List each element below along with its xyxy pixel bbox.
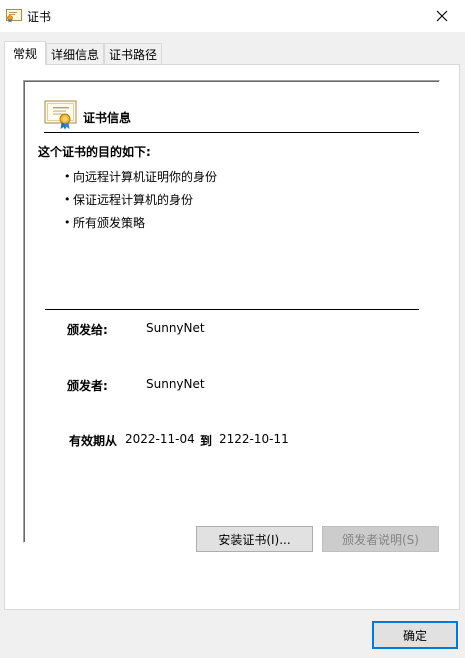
close-button[interactable] [419, 0, 465, 32]
tab-cert-path[interactable]: 证书路径 [104, 43, 163, 65]
title-bar: 证书 [0, 0, 465, 32]
validity-label: 有效期从 [69, 434, 118, 448]
certificate-info-box: 证书信息 这个证书的目的如下: • 向远程计算机证明你的身份 • 保证远程计算机的身… [23, 80, 440, 543]
ok-button[interactable]: 确定 [372, 621, 458, 649]
list-item: • 向远程计算机证明你的身份 [64, 170, 218, 184]
issued-by-label: 颁发者: [67, 379, 108, 393]
install-certificate-label: 安装证书(I)... [218, 532, 291, 547]
window-title: 证书 [27, 10, 52, 24]
purpose-text: 向远程计算机证明你的身份 [73, 170, 218, 184]
ok-label: 确定 [402, 628, 427, 643]
tab-strip: 常规 详细信息 证书路径 [4, 41, 163, 65]
issued-by-value: SunnyNet [146, 377, 205, 391]
divider [45, 309, 419, 310]
install-certificate-button[interactable]: 安装证书(I)... [196, 526, 313, 552]
tab-general[interactable]: 常规 [4, 41, 47, 65]
tab-cert-path-label: 证书路径 [109, 48, 158, 62]
close-icon [436, 10, 448, 22]
issued-to-label: 颁发给: [67, 323, 108, 337]
issued-to-value: SunnyNet [146, 321, 205, 335]
tab-details[interactable]: 详细信息 [46, 43, 105, 65]
purpose-heading: 这个证书的目的如下: [38, 145, 151, 159]
issuer-statement-label: 颁发者说明(S) [342, 532, 419, 547]
validity-to-label: 到 [200, 434, 213, 448]
issuer-statement-button[interactable]: 颁发者说明(S) [322, 526, 439, 552]
purpose-text: 所有颁发策略 [73, 216, 146, 230]
list-item: • 所有颁发策略 [64, 216, 146, 230]
certificate-info-heading: 证书信息 [83, 111, 132, 125]
certificate-icon [6, 9, 22, 23]
valid-to-value: 2122-10-11 [219, 432, 289, 446]
purpose-list: • 向远程计算机证明你的身份 • 保证远程计算机的身份 • 所有颁发策略 [64, 165, 217, 234]
divider [44, 132, 419, 133]
dialog-client-area: 常规 详细信息 证书路径 证书信息 这个证书的目的如下: • 向远程计算机证明你… [0, 32, 465, 658]
purpose-text: 保证远程计算机的身份 [73, 193, 194, 207]
tab-details-label: 详细信息 [51, 48, 100, 62]
valid-from-value: 2022-11-04 [125, 432, 195, 446]
tab-general-label: 常规 [13, 47, 38, 61]
list-item: • 保证远程计算机的身份 [64, 193, 194, 207]
certificate-icon [44, 100, 78, 130]
